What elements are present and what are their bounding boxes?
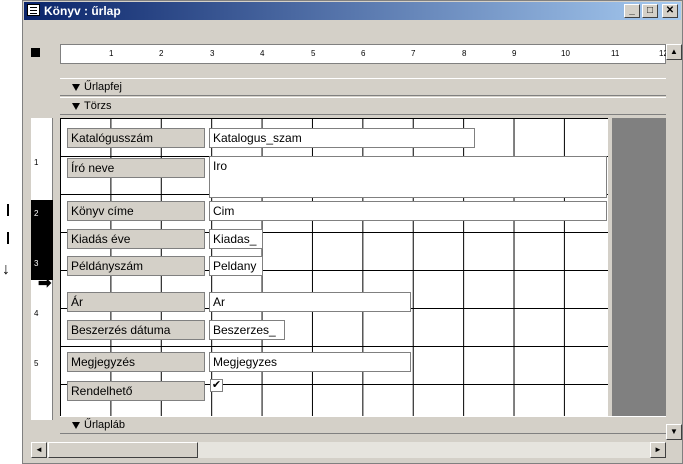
minimize-button[interactable]: _ xyxy=(624,4,640,18)
scroll-left-button[interactable]: ◄ xyxy=(31,442,47,458)
ruler-tick: 8 xyxy=(462,49,467,58)
label-peldanyszam[interactable]: Példányszám xyxy=(67,256,205,276)
ruler-tick: 2 xyxy=(159,49,164,58)
scroll-up-button[interactable]: ▲ xyxy=(666,44,682,60)
scroll-thumb[interactable] xyxy=(48,442,198,458)
vertical-ruler-number: 2 xyxy=(34,209,39,218)
field-beszerzes[interactable]: Beszerzes_ xyxy=(209,320,285,340)
section-header-bar[interactable]: Űrlapfej xyxy=(60,78,681,96)
horizontal-ruler[interactable]: 1 2 3 4 5 6 7 8 9 10 11 12 xyxy=(60,44,668,64)
section-footer-label: Űrlapláb xyxy=(84,419,125,431)
field-iro[interactable]: Iro xyxy=(209,156,607,198)
vertical-ruler-number: 1 xyxy=(34,158,39,167)
form-selector[interactable] xyxy=(31,48,40,57)
label-iro-neve[interactable]: Író neve xyxy=(67,158,205,178)
ruler-tick: 11 xyxy=(611,49,620,58)
ruler-tick: 1 xyxy=(109,49,114,58)
label-kiadas-eve[interactable]: Kiadás éve xyxy=(67,229,205,249)
ruler-tick: 10 xyxy=(561,49,570,58)
mouse-pointer-icon: ➡ xyxy=(38,275,52,292)
close-button[interactable]: ✕ xyxy=(662,4,678,18)
ruler-tick: 4 xyxy=(260,49,265,58)
label-konyv-cime[interactable]: Könyv címe xyxy=(67,201,205,221)
vertical-ruler-number: 5 xyxy=(34,359,39,368)
field-ar[interactable]: Ar xyxy=(209,292,411,312)
vertical-ruler-number: 3 xyxy=(34,259,39,268)
section-arrow-icon xyxy=(72,83,80,91)
section-arrow-icon xyxy=(72,102,80,110)
label-rendelheto[interactable]: Rendelhető xyxy=(67,381,205,401)
window-title: Könyv : űrlap xyxy=(44,4,121,18)
checkbox-rendelheto[interactable]: ✔ xyxy=(210,379,223,392)
scroll-right-button[interactable]: ► xyxy=(650,442,666,458)
scroll-down-button[interactable]: ▼ xyxy=(666,424,682,440)
field-cim[interactable]: Cim xyxy=(209,201,607,221)
field-peldany[interactable]: Peldany xyxy=(209,256,263,276)
vertical-scrollbar[interactable] xyxy=(666,44,682,438)
down-arrow-icon: ↓ xyxy=(2,261,10,278)
label-beszerzes-datuma[interactable]: Beszerzés dátuma xyxy=(67,320,205,340)
label-ar[interactable]: Ár xyxy=(67,292,205,312)
title-bar[interactable] xyxy=(24,2,681,20)
section-header-label: Űrlapfej xyxy=(84,81,122,93)
label-megjegyzes[interactable]: Megjegyzés xyxy=(67,352,205,372)
field-kiadas[interactable]: Kiadas_ xyxy=(209,229,263,249)
ruler-tick: 5 xyxy=(311,49,316,58)
field-megjegyzes[interactable]: Megjegyzes xyxy=(209,352,411,372)
field-katalogus-szam[interactable]: Katalogus_szam xyxy=(209,128,475,148)
ruler-tick: 6 xyxy=(361,49,366,58)
ruler-tick: 7 xyxy=(411,49,416,58)
section-arrow-icon xyxy=(72,421,80,429)
selection-mark-2 xyxy=(7,232,9,244)
ruler-tick: 3 xyxy=(210,49,215,58)
label-katalogusszam[interactable]: Katalógusszám xyxy=(67,128,205,148)
form-icon xyxy=(27,4,40,16)
maximize-button[interactable]: □ xyxy=(642,4,658,18)
vertical-ruler-number: 4 xyxy=(34,309,39,318)
ruler-tick: 9 xyxy=(512,49,517,58)
section-footer-bar[interactable]: Űrlapláb xyxy=(60,416,681,434)
section-detail-label: Törzs xyxy=(84,100,112,112)
section-detail-bar[interactable]: Törzs xyxy=(60,97,681,115)
selection-mark-1 xyxy=(7,204,9,216)
